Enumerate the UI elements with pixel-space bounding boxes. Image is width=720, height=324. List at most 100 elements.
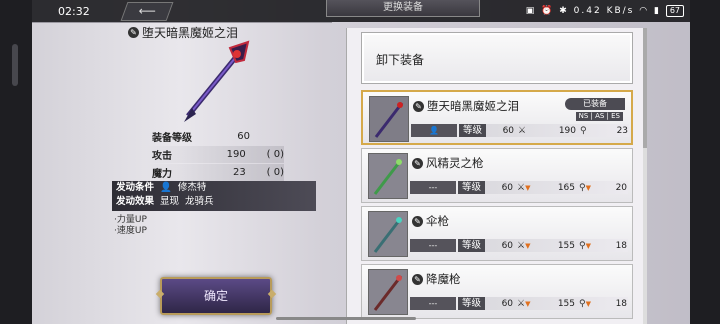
weapon-thumbnail bbox=[369, 96, 409, 142]
attack-stat: ⚔▼ 155 bbox=[517, 241, 579, 251]
attack-value: 190 bbox=[558, 125, 577, 136]
staff-type-icon: ✎ bbox=[412, 273, 423, 285]
wand-icon: ⚲ bbox=[580, 125, 587, 136]
status-bar: 02:32 ⟵ 更换装备 ▣ ⏰ ✱ 0.42 KB/s ◠ ▮ 67 bbox=[32, 0, 690, 22]
sword-down-icon: ⚔▼ bbox=[517, 240, 531, 251]
item-stats: 等级 60 ⚔▼ 165 ⚲▼ 20 bbox=[458, 181, 628, 194]
staff-type-icon: ✎ bbox=[128, 27, 139, 38]
wifi-icon: ◠ bbox=[639, 6, 650, 16]
magic-stat: ⚲▼ 20 bbox=[579, 183, 627, 193]
stat-bonus: ( 0) bbox=[266, 167, 285, 178]
item-stats: 等级 60 ⚔▼ 155 ⚲▼ 18 bbox=[458, 297, 628, 310]
stat-row-level: 装备等级 60 bbox=[146, 128, 284, 145]
magic-stat: ⚲▼ 18 bbox=[579, 299, 627, 309]
stat-row-magic: 魔力 23 ( 0) bbox=[146, 164, 284, 181]
stat-label: 装备等级 bbox=[152, 133, 192, 144]
equipped-badge: 已装备 bbox=[565, 98, 625, 110]
equipment-item[interactable]: ✎ 降魔枪 --- 等级 60 ⚔▼ 155 ⚲▼ 18 bbox=[361, 264, 633, 319]
activation-panel: 发动条件 👤 修杰特 发动效果 显现 龙骑兵 bbox=[112, 181, 316, 211]
right-device-bezel bbox=[690, 0, 720, 324]
weapon-illustration bbox=[184, 40, 250, 122]
camera-notch bbox=[12, 44, 18, 86]
weapon-thumbnail bbox=[368, 211, 408, 257]
nfc-icon: ▣ bbox=[525, 6, 537, 16]
level-value: 60 bbox=[501, 298, 514, 309]
item-stats: 等级 60 ⚔ 190 ⚲ 23 bbox=[459, 124, 629, 137]
item-stats: 等级 60 ⚔▼ 155 ⚲▼ 18 bbox=[458, 239, 628, 252]
item-title: ✎ 降魔枪 bbox=[412, 271, 461, 287]
list-scrollbar[interactable] bbox=[643, 28, 647, 324]
sword-icon: ⚔ bbox=[518, 125, 527, 136]
owner-slot: --- bbox=[410, 181, 456, 194]
wand-down-icon: ⚲▼ bbox=[579, 182, 591, 193]
unequip-button[interactable]: 卸下装备 bbox=[361, 32, 633, 84]
scroll-thumb[interactable] bbox=[643, 28, 647, 148]
staff-type-icon: ✎ bbox=[412, 215, 423, 227]
condition-label: 发动条件 bbox=[116, 182, 155, 193]
spear-icon bbox=[374, 102, 404, 138]
network-speed: 0.42 KB/s bbox=[573, 6, 635, 16]
left-device-bezel bbox=[0, 0, 32, 324]
stats-table: 装备等级 60 攻击 190 ( 0) 魔力 23 ( 0) bbox=[146, 128, 284, 182]
item-name: 降魔枪 bbox=[426, 272, 461, 286]
stat-value: 190 bbox=[226, 149, 246, 160]
spear-icon bbox=[373, 275, 403, 311]
skill-tag: NS | AS | ES bbox=[575, 112, 623, 121]
spear-icon bbox=[373, 217, 403, 253]
staff-type-icon: ✎ bbox=[413, 100, 424, 112]
effect-row: 发动效果 显现 龙骑兵 bbox=[112, 195, 316, 209]
clock: 02:32 bbox=[58, 5, 90, 18]
equipment-item[interactable]: ✎ 风精灵之枪 --- 等级 60 ⚔▼ 165 ⚲▼ 20 bbox=[361, 148, 633, 203]
back-button[interactable]: ⟵ bbox=[120, 2, 174, 21]
magic-stat: ⚲▼ 18 bbox=[579, 241, 627, 251]
equipment-item[interactable]: ✎ 伞枪 --- 等级 60 ⚔▼ 155 ⚲▼ 18 bbox=[361, 206, 633, 261]
level-label: 等级 bbox=[458, 181, 486, 194]
wand-down-icon: ⚲▼ bbox=[579, 240, 591, 251]
signal-icon: ▮ bbox=[653, 6, 661, 16]
effect-value-1: 显现 bbox=[160, 196, 180, 207]
confirm-label: 确定 bbox=[203, 289, 228, 303]
attack-value: 165 bbox=[557, 182, 576, 193]
attack-value: 155 bbox=[557, 298, 576, 309]
stat-value: 60 bbox=[237, 131, 250, 142]
stat-row-attack: 攻击 190 ( 0) bbox=[146, 146, 284, 163]
gesture-bar[interactable] bbox=[276, 317, 416, 320]
person-icon: 👤 bbox=[160, 182, 172, 193]
owner-slot: 👤 bbox=[411, 124, 457, 137]
weapon-thumbnail bbox=[368, 153, 408, 199]
staff-type-icon: ✎ bbox=[412, 157, 423, 169]
effect-label: 发动效果 bbox=[116, 196, 155, 207]
equipment-list: 卸下装备 ✎ 堕天暗黑魔姬之泪 已装备 NS | AS | ES 👤 等级 60 … bbox=[346, 28, 647, 324]
equipment-item-selected[interactable]: ✎ 堕天暗黑魔姬之泪 已装备 NS | AS | ES 👤 等级 60 ⚔ 190 … bbox=[361, 90, 633, 145]
stat-value: 23 bbox=[233, 167, 246, 178]
level-value: 60 bbox=[501, 182, 514, 193]
level-label: 等级 bbox=[458, 297, 486, 310]
bonus-item: ·力量UP bbox=[114, 215, 147, 225]
level-label: 等级 bbox=[459, 124, 487, 137]
bluetooth-icon: ✱ bbox=[559, 6, 569, 16]
header-divider bbox=[32, 22, 332, 23]
level-label: 等级 bbox=[458, 239, 486, 252]
magic-value: 18 bbox=[615, 240, 628, 251]
magic-stat: ⚲ 23 bbox=[580, 126, 628, 136]
magic-value: 18 bbox=[615, 298, 628, 309]
attack-stat: ⚔ 190 bbox=[518, 126, 580, 136]
bonus-list: ·力量UP ·速度UP bbox=[114, 215, 147, 237]
person-icon: 👤 bbox=[429, 126, 439, 135]
effect-value-2: 龙骑兵 bbox=[185, 196, 214, 207]
arrow-left-icon: ⟵ bbox=[138, 4, 156, 18]
item-name: 堕天暗黑魔姬之泪 bbox=[427, 99, 519, 113]
condition-value: 修杰特 bbox=[177, 182, 207, 193]
level-value: 60 bbox=[501, 240, 514, 251]
owner-slot: --- bbox=[410, 297, 456, 310]
bonus-item: ·速度UP bbox=[114, 226, 147, 236]
owner-slot: --- bbox=[410, 239, 456, 252]
item-name: 伞枪 bbox=[426, 214, 449, 228]
sword-down-icon: ⚔▼ bbox=[517, 298, 531, 309]
unequip-label: 卸下装备 bbox=[376, 53, 425, 67]
alarm-icon: ⏰ bbox=[541, 6, 555, 16]
stat-label: 魔力 bbox=[152, 169, 172, 180]
confirm-button[interactable]: 确定 bbox=[160, 277, 272, 315]
attack-value: 155 bbox=[557, 240, 576, 251]
attack-stat: ⚔▼ 155 bbox=[517, 299, 579, 309]
